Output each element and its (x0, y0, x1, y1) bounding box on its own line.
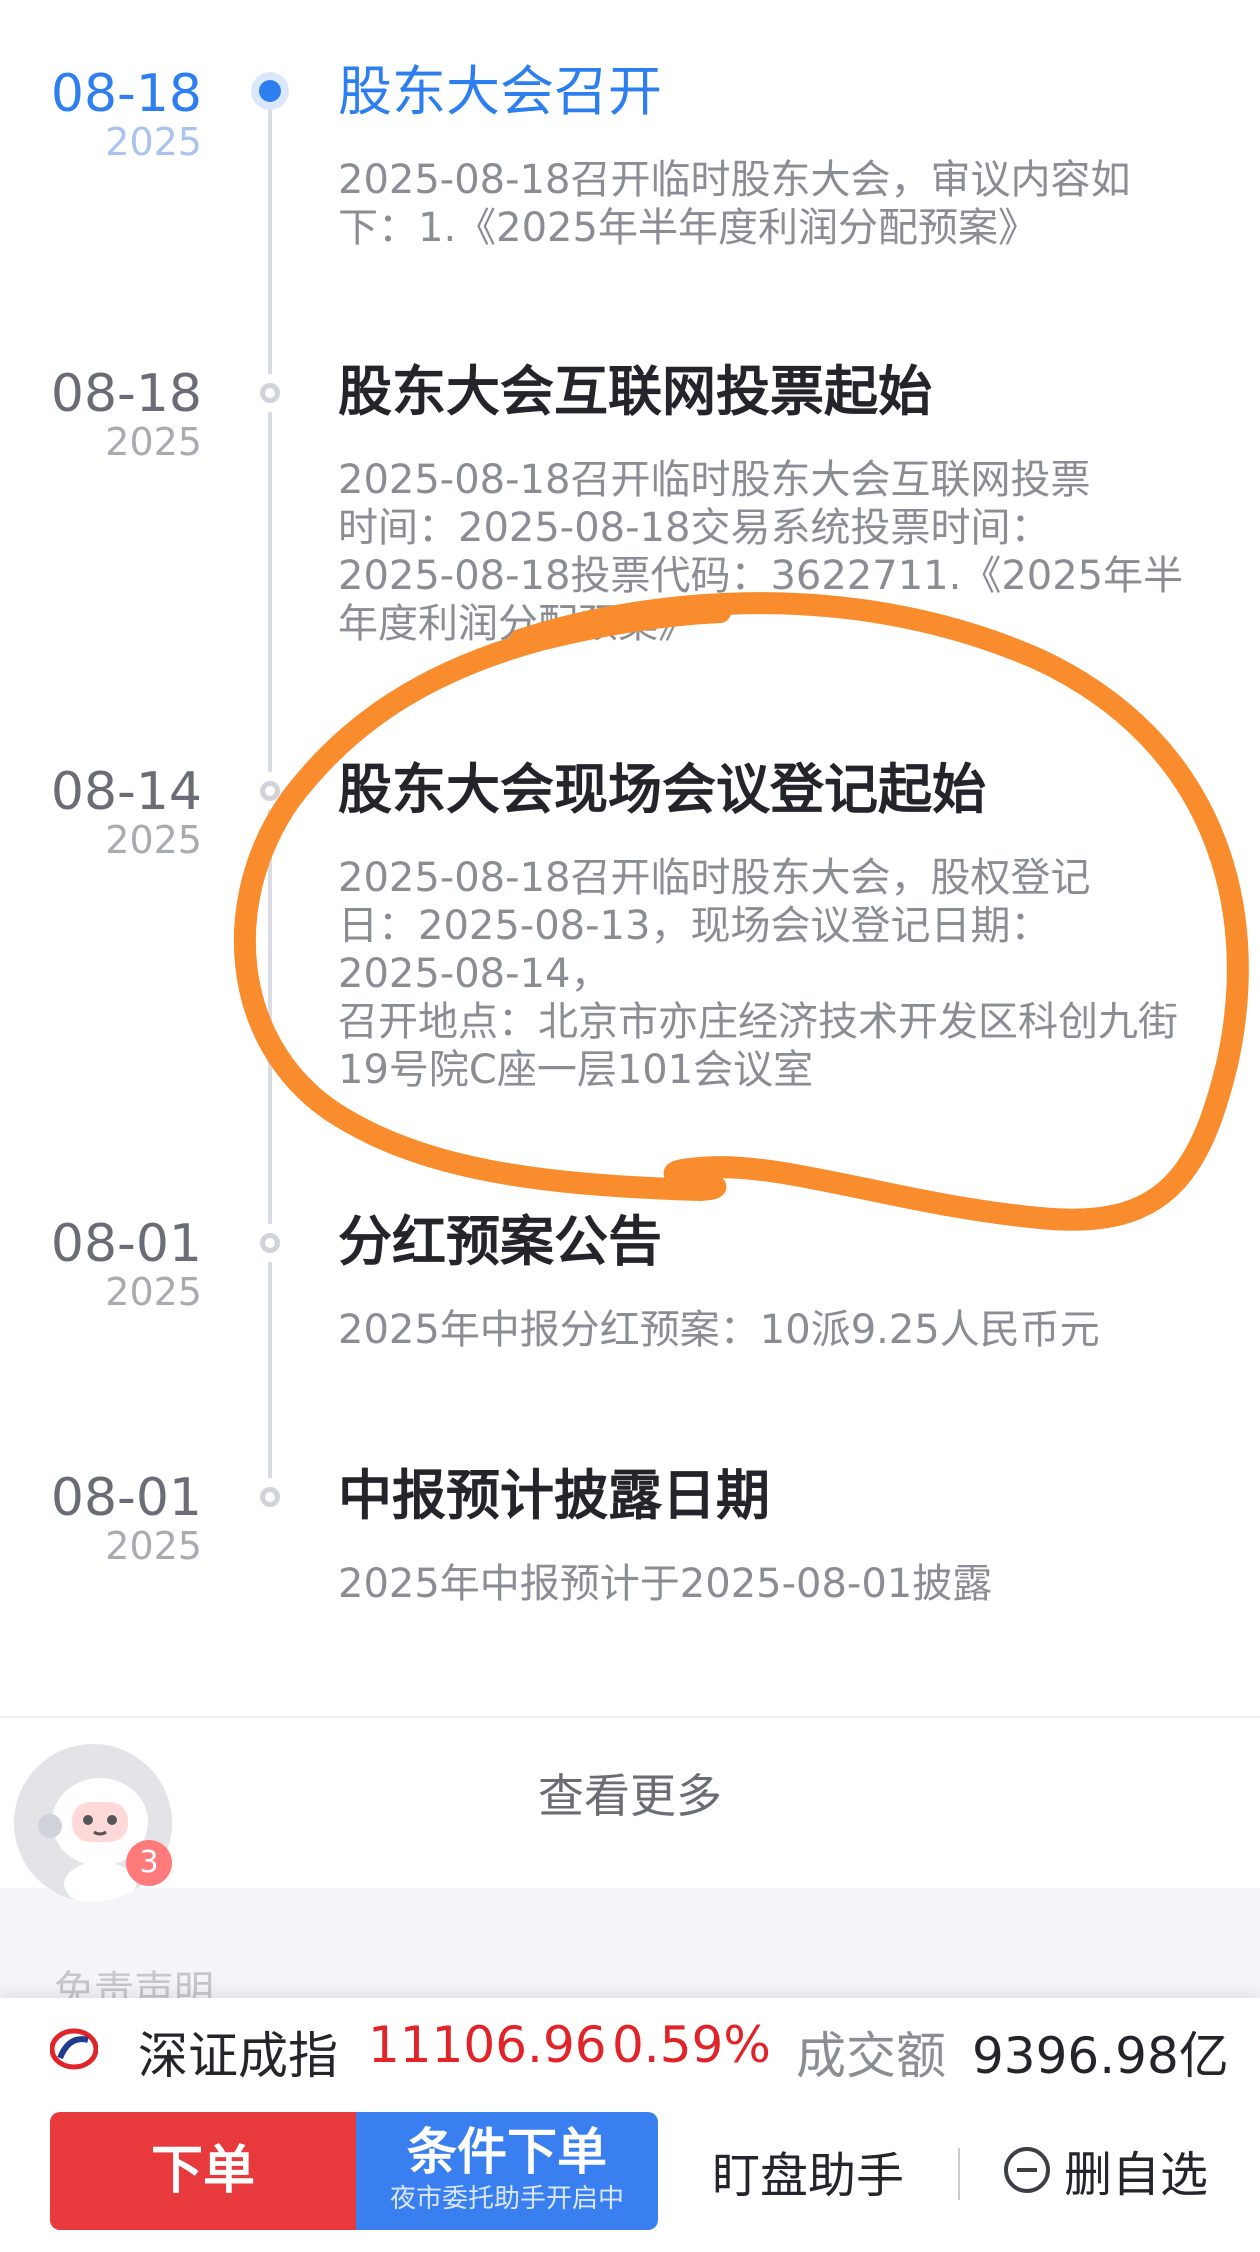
event-description: 2025-08-18召开临时股东大会，股权登记 日：2025-08-13，现场会… (338, 855, 1178, 1093)
conditional-order-label: 条件下单 (407, 2123, 607, 2181)
event-title: 股东大会互联网投票起始 (338, 360, 932, 423)
event-year: 2025 (105, 120, 202, 164)
place-order-button[interactable]: 下单 (50, 2112, 356, 2230)
section-divider (0, 1716, 1260, 1718)
index-name: 深证成指 (138, 2027, 338, 2085)
event-title: 分红预案公告 (338, 1210, 662, 1273)
index-value: 11106.96 (368, 2016, 607, 2074)
event-date: 08-01 (50, 1214, 202, 1274)
bottom-action-bar: 下单 条件下单 夜市委托助手开启中 盯盘助手 删自选 (0, 2096, 1260, 2252)
volume-label: 成交额 (796, 2027, 946, 2085)
event-title: 股东大会现场会议登记起始 (338, 758, 986, 821)
exchange-logo-icon (50, 2028, 98, 2070)
event-description: 2025-08-18召开临时股东大会，审议内容如 下：1.《2025年半年度利润… (338, 157, 1131, 251)
remove-watchlist-label: 删自选 (1064, 2147, 1209, 2203)
notification-badge: 3 (126, 1840, 172, 1886)
event-date: 08-14 (50, 762, 202, 822)
watch-assistant-button[interactable]: 盯盘助手 (712, 2136, 904, 2206)
timeline-dot (251, 772, 289, 810)
event-description: 2025年中报分红预案：10派9.25人民币元 (338, 1307, 1100, 1353)
event-description: 2025-08-18召开临时股东大会互联网投票 时间：2025-08-18交易系… (338, 457, 1184, 647)
event-year: 2025 (105, 818, 202, 862)
index-change: 0.59% (612, 2016, 771, 2074)
event-description: 2025年中报预计于2025-08-01披露 (338, 1561, 993, 1607)
conditional-order-button[interactable]: 条件下单 夜市委托助手开启中 (356, 2112, 658, 2230)
event-title: 股东大会召开 (338, 60, 662, 123)
index-ticker-bar[interactable]: 深证成指 11106.96 0.59% 成交额 9396.98亿 (0, 1998, 1260, 2096)
timeline-dot (251, 1224, 289, 1262)
minus-circle-icon (1004, 2147, 1050, 2193)
see-more-link[interactable]: 查看更多 (0, 1760, 1260, 1826)
timeline-dot-active (251, 72, 289, 110)
event-date: 08-01 (50, 1468, 202, 1528)
remove-watchlist-button[interactable]: 删自选 (1004, 2130, 1208, 2210)
conditional-order-subtext: 夜市委托助手开启中 (389, 2184, 624, 2214)
timeline-dot (251, 374, 289, 412)
divider (958, 2148, 960, 2200)
event-year: 2025 (105, 1270, 202, 1314)
event-year: 2025 (105, 420, 202, 464)
event-year: 2025 (105, 1524, 202, 1568)
event-date: 08-18 (50, 64, 202, 124)
volume-value: 9396.98亿 (972, 2027, 1229, 2085)
timeline-dot (251, 1478, 289, 1516)
event-title: 中报预计披露日期 (338, 1464, 770, 1527)
event-date: 08-18 (50, 364, 202, 424)
